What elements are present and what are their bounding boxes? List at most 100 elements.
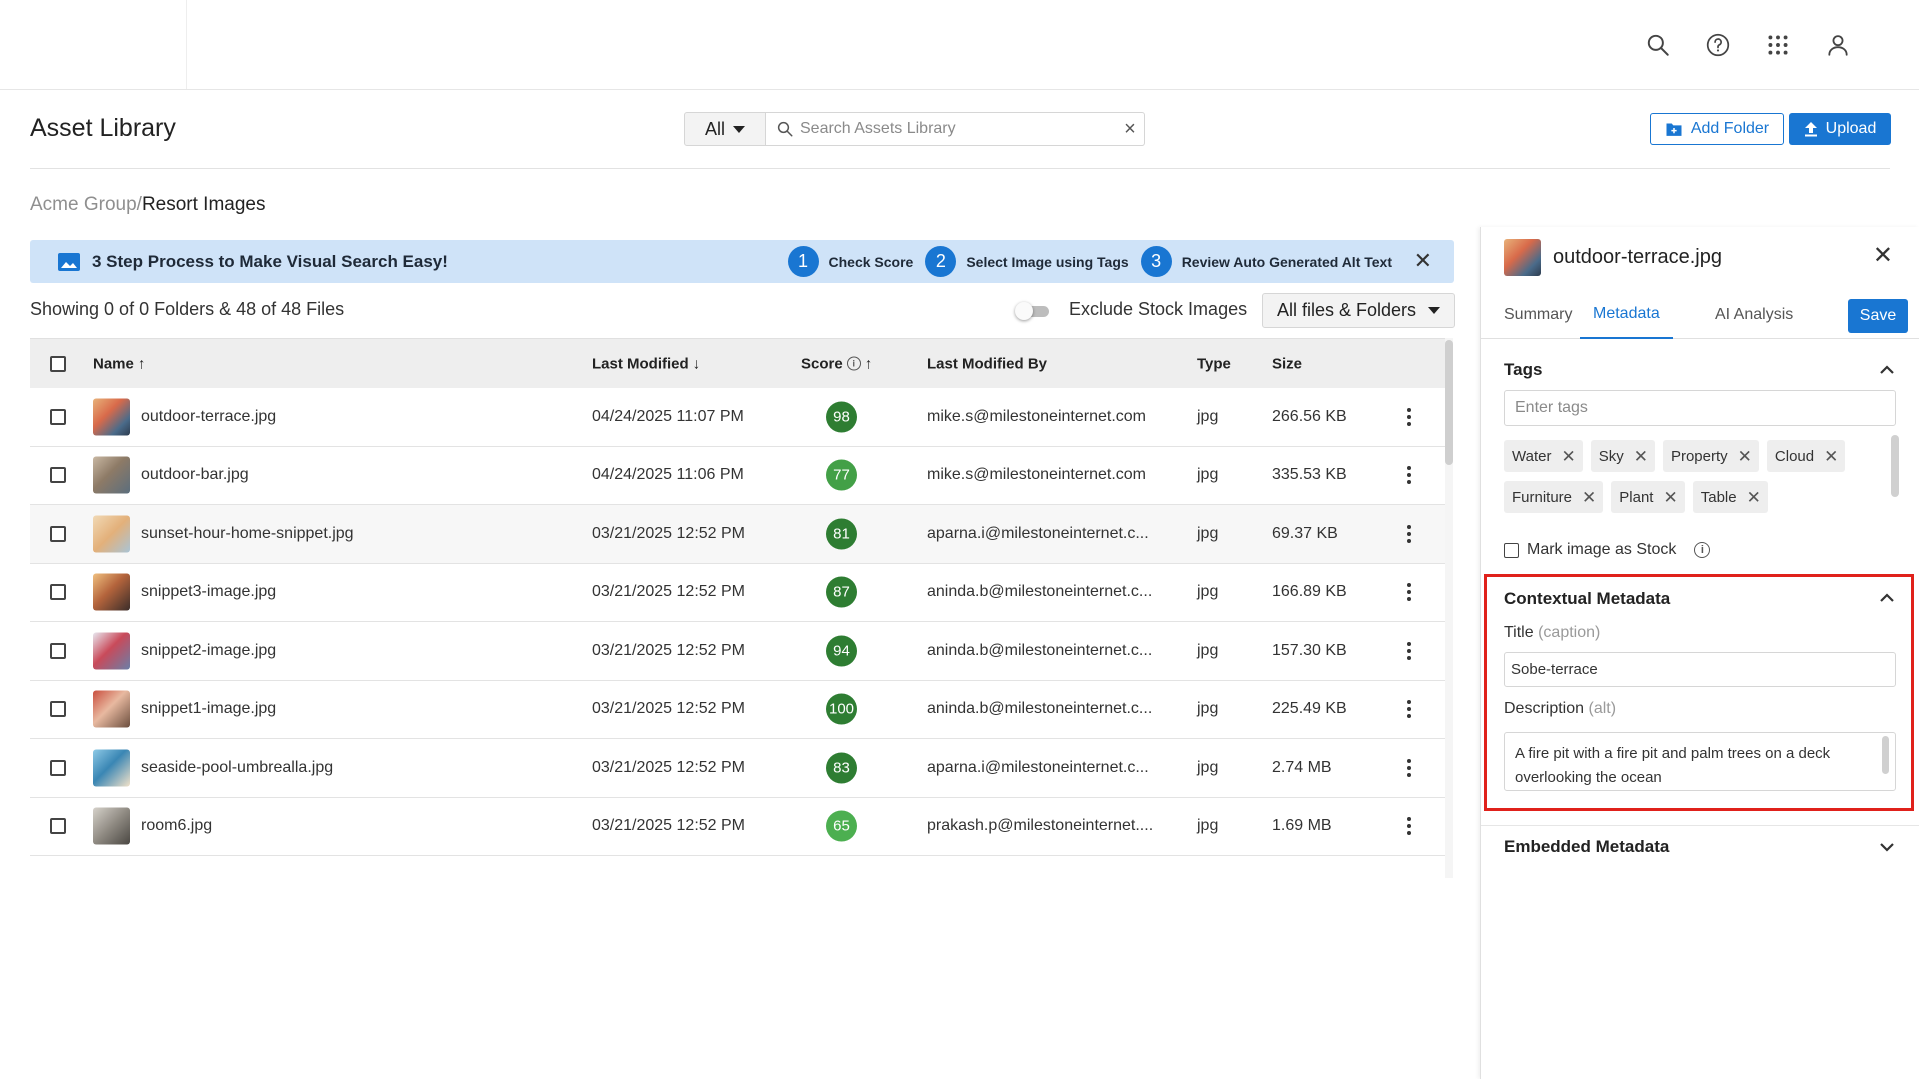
table-row[interactable]: outdoor-bar.jpg 04/24/2025 11:06 PM 77 mike…: [30, 447, 1445, 505]
breadcrumb-root[interactable]: Acme Group/: [30, 194, 142, 215]
chevron-down-icon[interactable]: [1877, 837, 1897, 857]
tag-label: Water: [1512, 447, 1552, 465]
logo-area: [0, 0, 187, 89]
caret-down-icon: [733, 125, 745, 133]
asset-name[interactable]: snippet3-image.jpg: [141, 583, 276, 601]
mark-stock-checkbox[interactable]: [1504, 542, 1519, 558]
search-icon[interactable]: [1641, 28, 1675, 62]
tags-scrollbar[interactable]: [1891, 435, 1899, 497]
info-icon[interactable]: i: [1694, 542, 1711, 558]
row-checkbox[interactable]: [50, 642, 66, 659]
more-actions-icon[interactable]: [1399, 639, 1419, 663]
more-actions-icon[interactable]: [1399, 697, 1419, 721]
table-row[interactable]: seaside-pool-umbrealla.jpg 03/21/2025 12:…: [30, 739, 1445, 798]
chevron-up-icon[interactable]: [1877, 588, 1897, 608]
close-banner-icon[interactable]: ✕: [1414, 248, 1432, 274]
asset-thumbnail[interactable]: [93, 515, 130, 553]
title-hint: (caption): [1538, 624, 1601, 641]
more-actions-icon[interactable]: [1399, 580, 1419, 604]
column-score[interactable]: Score i ↑: [801, 355, 872, 372]
remove-tag-icon[interactable]: ✕: [1634, 448, 1648, 465]
apps-grid-icon[interactable]: [1761, 28, 1795, 62]
top-bar: [0, 0, 1919, 90]
asset-name[interactable]: outdoor-terrace.jpg: [141, 408, 276, 426]
column-score-label: Score: [801, 355, 843, 372]
asset-name[interactable]: snippet2-image.jpg: [141, 642, 276, 660]
account-icon[interactable]: [1821, 28, 1855, 62]
title-input[interactable]: Sobe-terrace: [1504, 652, 1896, 687]
table-row[interactable]: outdoor-terrace.jpg 04/24/2025 11:07 PM 98…: [30, 388, 1445, 447]
asset-name[interactable]: outdoor-bar.jpg: [141, 466, 249, 484]
files-filter-select[interactable]: All files & Folders: [1262, 293, 1455, 328]
asset-thumbnail[interactable]: [93, 573, 130, 611]
row-checkbox[interactable]: [50, 759, 66, 776]
column-name[interactable]: Name ↑: [93, 355, 145, 372]
close-panel-icon[interactable]: ✕: [1873, 241, 1893, 270]
add-folder-button[interactable]: Add Folder: [1650, 113, 1784, 145]
info-icon[interactable]: i: [846, 356, 861, 371]
table-row[interactable]: sunset-hour-home-snippet.jpg 03/21/2025 1…: [30, 505, 1445, 564]
row-checkbox[interactable]: [50, 584, 66, 601]
tab-metadata[interactable]: Metadata: [1580, 291, 1673, 339]
tags-heading: Tags: [1504, 360, 1543, 379]
select-all-checkbox[interactable]: [50, 355, 66, 372]
tab-ai-analysis[interactable]: AI Analysis: [1715, 291, 1793, 339]
more-actions-icon[interactable]: [1399, 756, 1419, 780]
table-row[interactable]: snippet2-image.jpg 03/21/2025 12:52 PM 94 a…: [30, 622, 1445, 681]
row-checkbox[interactable]: [50, 467, 66, 484]
remove-tag-icon[interactable]: ✕: [1747, 489, 1761, 506]
more-actions-icon[interactable]: [1399, 522, 1419, 546]
last-modified: 03/21/2025 12:52 PM: [592, 583, 746, 601]
file-size: 335.53 KB: [1272, 466, 1347, 484]
exclude-stock-toggle[interactable]: [1015, 302, 1051, 320]
asset-thumbnail[interactable]: [93, 632, 130, 670]
row-checkbox[interactable]: [50, 525, 66, 542]
clear-search-icon[interactable]: ×: [1116, 118, 1144, 141]
asset-name[interactable]: snippet1-image.jpg: [141, 700, 276, 718]
last-modified: 03/21/2025 12:52 PM: [592, 700, 746, 718]
remove-tag-icon[interactable]: ✕: [1561, 448, 1575, 465]
table-row[interactable]: [30, 856, 1445, 878]
asset-name[interactable]: room6.jpg: [141, 817, 212, 835]
remove-tag-icon[interactable]: ✕: [1663, 489, 1677, 506]
table-row[interactable]: snippet3-image.jpg 03/21/2025 12:52 PM 87 a…: [30, 564, 1445, 622]
tags-input[interactable]: [1504, 390, 1896, 426]
asset-thumbnail[interactable]: [93, 456, 130, 494]
tag-chip: Furniture ✕: [1504, 481, 1604, 513]
row-checkbox[interactable]: [50, 408, 66, 425]
chevron-up-icon[interactable]: [1877, 360, 1897, 380]
last-modified-by: aninda.b@milestoneinternet.c...: [927, 700, 1153, 718]
last-modified: 04/24/2025 11:06 PM: [592, 466, 744, 484]
embedded-metadata-heading: Embedded Metadata: [1504, 837, 1670, 856]
row-checkbox[interactable]: [50, 701, 66, 718]
table-scrollbar[interactable]: [1445, 338, 1453, 878]
more-actions-icon[interactable]: [1399, 814, 1419, 838]
search-scope-select[interactable]: All: [684, 112, 766, 146]
asset-name[interactable]: seaside-pool-umbrealla.jpg: [141, 759, 333, 777]
remove-tag-icon[interactable]: ✕: [1824, 448, 1838, 465]
save-button[interactable]: Save: [1848, 299, 1908, 333]
tab-summary[interactable]: Summary: [1504, 291, 1572, 339]
last-modified-by: aparna.i@milestoneinternet.c...: [927, 524, 1149, 542]
search-scope-value: All: [704, 118, 725, 139]
upload-button[interactable]: Upload: [1789, 113, 1891, 145]
row-checkbox[interactable]: [50, 818, 66, 835]
more-actions-icon[interactable]: [1399, 463, 1419, 487]
file-type: jpg: [1197, 817, 1219, 835]
search-input[interactable]: [800, 120, 1116, 138]
remove-tag-icon[interactable]: ✕: [1582, 489, 1596, 506]
asset-thumbnail[interactable]: [93, 690, 130, 728]
description-scrollbar[interactable]: [1882, 736, 1889, 774]
asset-thumbnail[interactable]: [93, 807, 130, 845]
more-actions-icon[interactable]: [1399, 405, 1419, 429]
description-textarea[interactable]: A fire pit with a fire pit and palm tree…: [1504, 732, 1896, 791]
table-row[interactable]: room6.jpg 03/21/2025 12:52 PM 65 prakash.p@…: [30, 798, 1445, 856]
column-last-modified[interactable]: Last Modified ↓: [592, 355, 700, 372]
help-icon[interactable]: [1701, 28, 1735, 62]
step-number: 2: [925, 246, 957, 277]
table-row[interactable]: snippet1-image.jpg 03/21/2025 12:52 PM 100…: [30, 681, 1445, 739]
asset-thumbnail[interactable]: [93, 749, 130, 787]
asset-thumbnail[interactable]: [93, 398, 130, 436]
asset-name[interactable]: sunset-hour-home-snippet.jpg: [141, 525, 354, 543]
remove-tag-icon[interactable]: ✕: [1738, 448, 1752, 465]
